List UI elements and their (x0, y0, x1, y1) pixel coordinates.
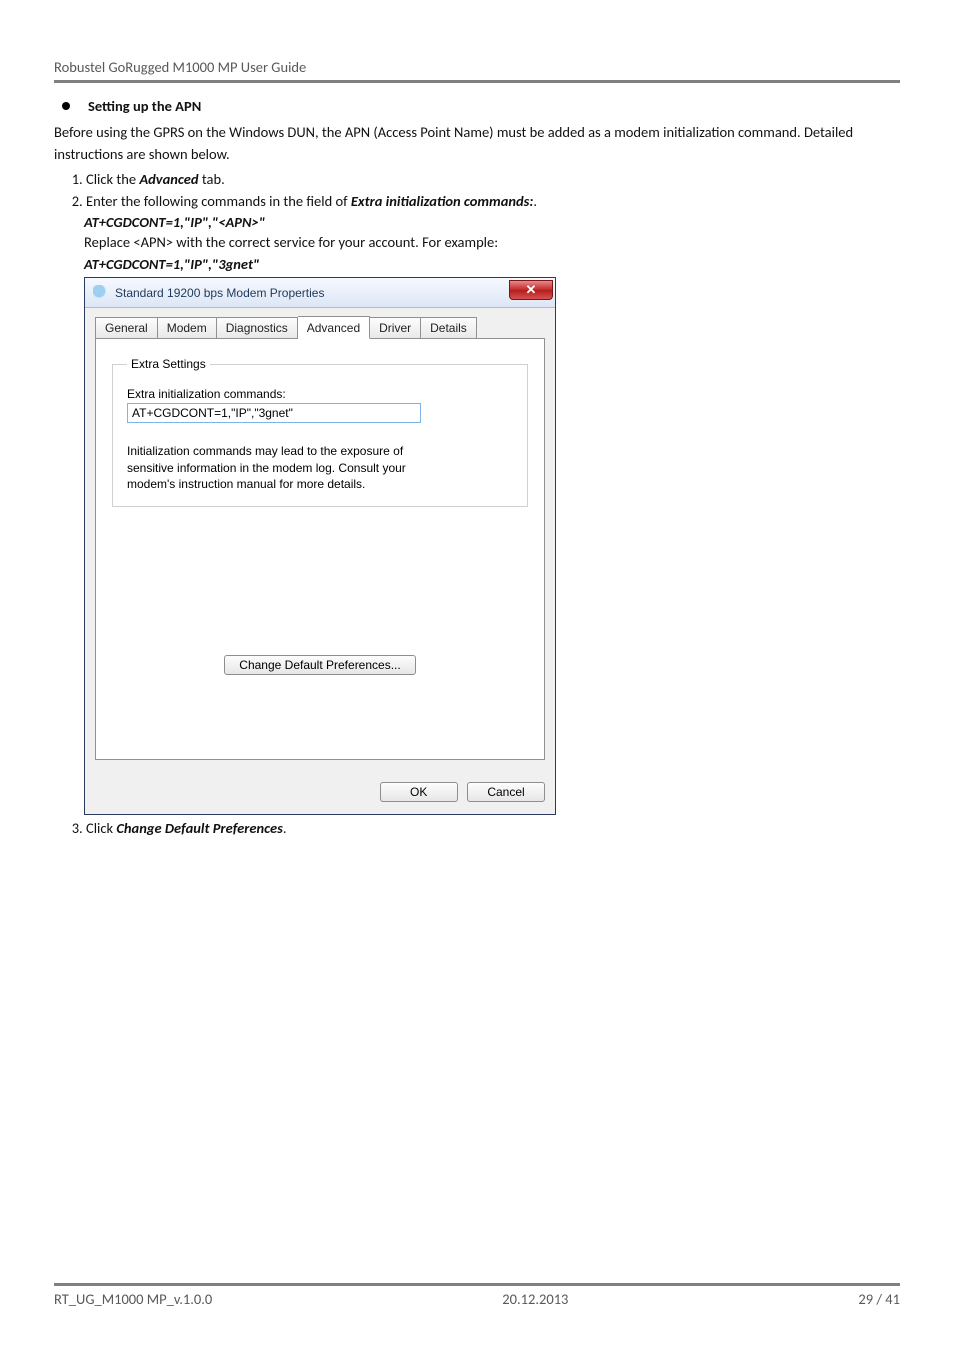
tab-diagnostics[interactable]: Diagnostics (217, 317, 298, 340)
tab-driver[interactable]: Driver (370, 317, 421, 340)
command-1: AT+CGDCONT=1,"IP","<APN>" (84, 213, 900, 231)
dialog-footer: OK Cancel (85, 772, 555, 814)
step-2-pre: Enter the following commands in the fiel… (86, 192, 351, 210)
ok-button[interactable]: OK (380, 782, 458, 802)
doc-header: Robustel GoRugged M1000 MP User Guide (54, 58, 900, 83)
step-3-post: . (283, 819, 287, 837)
change-default-preferences-button[interactable]: Change Default Preferences... (224, 655, 415, 675)
step-2: Enter the following commands in the fiel… (86, 190, 900, 212)
step-3: Click Change Default Preferences. (86, 817, 900, 839)
section-title-row: Setting up the APN (54, 97, 900, 115)
step-1-bold: Advanced (139, 170, 198, 188)
tab-page-advanced: Extra Settings Extra initialization comm… (95, 338, 545, 760)
tab-advanced[interactable]: Advanced (298, 316, 370, 339)
cancel-button[interactable]: Cancel (467, 782, 545, 802)
tab-general[interactable]: General (95, 317, 158, 340)
dialog-title: Standard 19200 bps Modem Properties (115, 286, 324, 300)
step-1-post: tab. (199, 170, 225, 188)
step-2-bold: Extra initialization commands: (351, 192, 534, 210)
step-1-pre: Click the (86, 170, 139, 188)
step-3-pre: Click (86, 819, 116, 837)
modem-properties-dialog: Standard 19200 bps Modem Properties ✕ Ge… (84, 277, 556, 815)
extra-settings-group: Extra Settings Extra initialization comm… (112, 357, 528, 507)
intro-paragraph: Before using the GPRS on the Windows DUN… (54, 121, 900, 166)
step-2-post: . (533, 192, 537, 210)
tab-strip: General Modem Diagnostics Advanced Drive… (95, 316, 545, 339)
extra-settings-note: Initialization commands may lead to the … (127, 443, 447, 492)
tab-details[interactable]: Details (421, 317, 477, 340)
footer-center: 20.12.2013 (502, 1290, 568, 1308)
close-icon: ✕ (526, 282, 537, 298)
footer-right: 29 / 41 (858, 1290, 900, 1308)
tab-modem[interactable]: Modem (158, 317, 217, 340)
modem-icon (93, 285, 109, 301)
replace-note: Replace <APN> with the correct service f… (84, 231, 900, 253)
extra-commands-label: Extra initialization commands: (127, 387, 513, 401)
command-2: AT+CGDCONT=1,"IP","3gnet" (84, 255, 900, 273)
footer-left: RT_UG_M1000 MP_v.1.0.0 (54, 1290, 212, 1308)
extra-settings-legend: Extra Settings (127, 357, 210, 371)
close-button[interactable]: ✕ (509, 280, 553, 300)
extra-commands-input[interactable] (127, 403, 421, 423)
bullet-icon (62, 102, 70, 110)
step-3-bold: Change Default Preferences (116, 819, 282, 837)
dialog-titlebar: Standard 19200 bps Modem Properties ✕ (85, 278, 555, 308)
section-title: Setting up the APN (88, 97, 201, 115)
page-footer: RT_UG_M1000 MP_v.1.0.0 20.12.2013 29 / 4… (54, 1283, 900, 1308)
step-1: Click the Advanced tab. (86, 168, 900, 190)
